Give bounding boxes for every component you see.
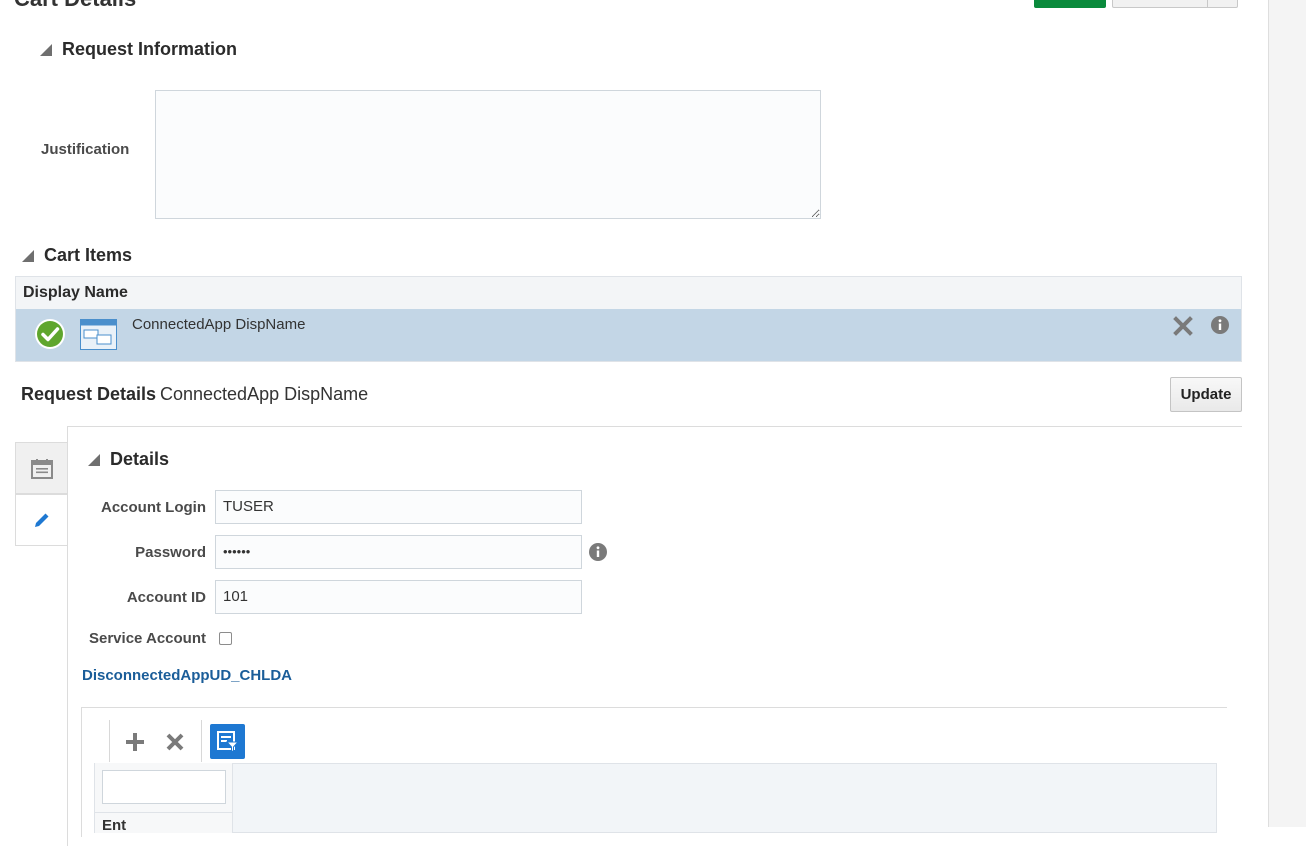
filter-button[interactable] (210, 724, 245, 759)
service-account-label: Service Account (89, 630, 206, 647)
child-form-link[interactable]: DisconnectedAppUD_CHLDA (82, 667, 292, 684)
remove-item-icon[interactable] (1172, 315, 1194, 337)
request-information-header[interactable]: Request Information (40, 39, 237, 60)
account-login-field[interactable]: TUSER (215, 490, 582, 524)
request-details-label: Request Details (21, 384, 157, 404)
request-information-title: Request Information (62, 39, 238, 59)
tab-calendar[interactable] (15, 442, 68, 494)
details-header[interactable]: Details (88, 449, 169, 470)
service-account-checkbox[interactable] (219, 632, 232, 645)
password-info-icon[interactable] (589, 543, 607, 561)
column-filter-input[interactable] (102, 770, 226, 804)
cart-items-title: Cart Items (44, 245, 133, 265)
details-title: Details (110, 449, 170, 469)
cart-item-display-name: ConnectedApp DispName (132, 316, 306, 333)
justification-textarea[interactable] (155, 90, 821, 219)
collapse-triangle-icon (22, 249, 34, 262)
child-table-grid (94, 763, 1217, 833)
password-field[interactable]: •••••• (215, 535, 582, 569)
check-icon (35, 319, 65, 349)
request-details-value: ConnectedApp DispName (160, 384, 369, 404)
calendar-icon (31, 459, 53, 479)
account-id-field[interactable]: 101 (215, 580, 582, 614)
account-login-label: Account Login (101, 499, 206, 516)
right-side-rail (1268, 0, 1306, 827)
table-row[interactable]: ConnectedApp DispName (16, 309, 1241, 361)
filter-icon (217, 731, 239, 753)
pencil-icon (35, 513, 49, 527)
collapse-triangle-icon (88, 453, 100, 466)
add-icon[interactable] (124, 731, 146, 753)
display-name-column-header[interactable]: Display Name (16, 277, 1241, 309)
column-header-divider (94, 812, 233, 813)
button-divider (1207, 0, 1208, 7)
cart-items-table: Display Name ConnectedApp DispName (15, 276, 1242, 362)
account-id-label: Account ID (126, 589, 206, 606)
column-header-entitlement[interactable]: Ent (102, 817, 126, 834)
submit-button[interactable] (1034, 0, 1106, 8)
collapse-triangle-icon (40, 43, 52, 56)
secondary-action-button[interactable] (1112, 0, 1238, 8)
page-title: Cart Details (14, 0, 136, 12)
update-button[interactable]: Update (1170, 377, 1242, 412)
application-icon (80, 319, 117, 350)
toolbar-divider (109, 720, 110, 762)
remove-icon[interactable] (164, 731, 186, 753)
justification-label: Justification (41, 141, 130, 158)
password-label: Password (135, 544, 206, 561)
toolbar-divider (201, 720, 202, 762)
info-icon[interactable] (1211, 316, 1229, 334)
cart-items-header[interactable]: Cart Items (22, 245, 132, 266)
